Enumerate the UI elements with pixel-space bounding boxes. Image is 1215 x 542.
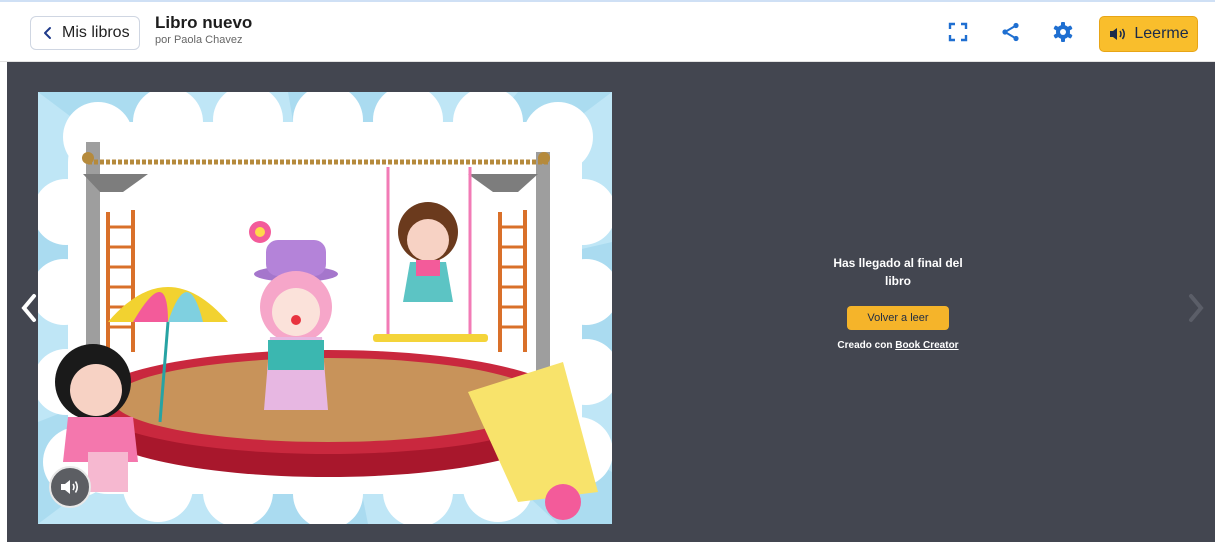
header-bar: Mis libros Libro nuevo por Paola Chavez … bbox=[0, 2, 1215, 62]
speaker-icon bbox=[1110, 28, 1126, 40]
gear-icon[interactable] bbox=[1052, 21, 1074, 43]
book-creator-link[interactable]: Book Creator bbox=[895, 340, 958, 351]
read-aloud-label: Leerme bbox=[1134, 25, 1189, 42]
back-button-label: Mis libros bbox=[62, 24, 130, 41]
chevron-left-icon bbox=[44, 27, 51, 39]
speaker-icon bbox=[61, 480, 79, 494]
read-again-button[interactable]: Volver a leer bbox=[847, 306, 949, 330]
book-title: Libro nuevo bbox=[155, 13, 253, 32]
book-page-illustration bbox=[38, 92, 612, 524]
back-to-my-books-button[interactable]: Mis libros bbox=[30, 16, 140, 50]
end-of-book-panel: Has llegado al final del libro Volver a … bbox=[820, 254, 976, 351]
created-with-credit: Creado con Book Creator bbox=[820, 340, 976, 351]
read-aloud-button[interactable]: Leerme bbox=[1099, 16, 1198, 52]
end-of-book-message: Has llegado al final del libro bbox=[833, 256, 963, 288]
circus-scene-illustration bbox=[38, 92, 612, 524]
book-author: por Paola Chavez bbox=[155, 34, 243, 46]
share-icon[interactable] bbox=[1000, 21, 1022, 43]
book-title-block: Libro nuevo por Paola Chavez bbox=[155, 13, 252, 46]
page-audio-button[interactable] bbox=[49, 466, 91, 508]
chevron-right-icon bbox=[1189, 294, 1204, 322]
credit-prefix: Creado con bbox=[837, 340, 893, 351]
fullscreen-icon[interactable] bbox=[947, 21, 969, 43]
